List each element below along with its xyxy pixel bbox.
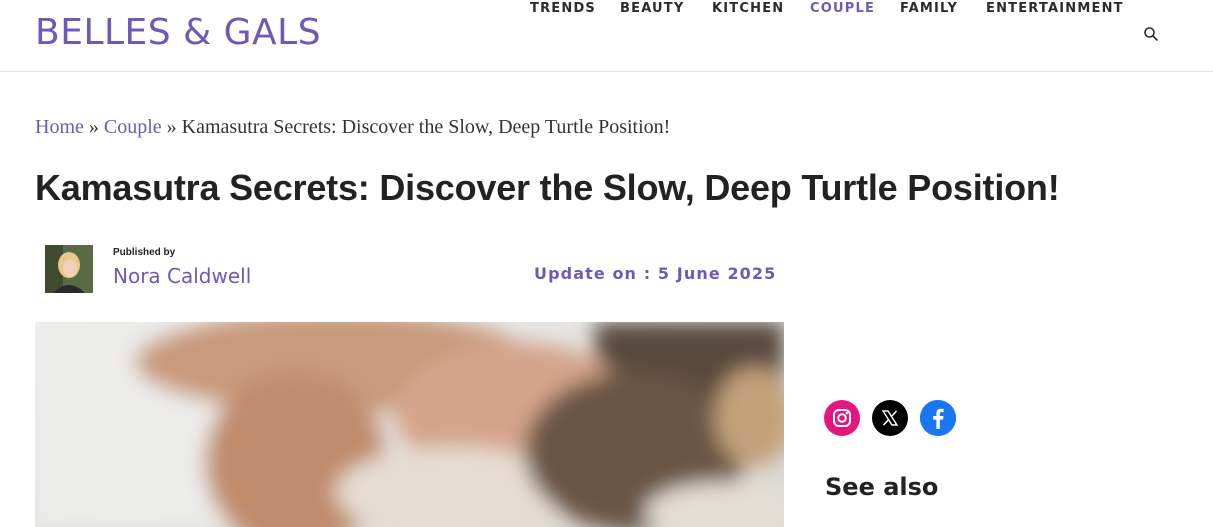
breadcrumb-current: Kamasutra Secrets: Discover the Slow, De…	[181, 116, 671, 138]
author-name-link[interactable]: Nora Caldwell	[113, 264, 251, 288]
author-avatar[interactable]	[45, 245, 93, 293]
breadcrumb-separator: »	[88, 116, 99, 138]
nav-item-entertainment[interactable]: ENTERTAINMENT	[986, 0, 1124, 18]
nav-item-trends[interactable]: TRENDS	[530, 0, 596, 18]
site-header: BELLES & GALS TRENDS BEAUTY KITCHEN COUP…	[0, 0, 1213, 72]
nav-item-family[interactable]: FAMILY	[900, 0, 958, 18]
published-by-label: Published by	[113, 247, 176, 258]
instagram-icon[interactable]	[824, 400, 860, 436]
search-icon[interactable]	[1143, 26, 1159, 42]
hero-image	[35, 322, 784, 527]
breadcrumb-category-link[interactable]: Couple	[104, 116, 162, 138]
page-title: Kamasutra Secrets: Discover the Slow, De…	[35, 167, 1060, 208]
breadcrumb-separator: »	[166, 116, 177, 138]
see-also-heading: See also	[825, 473, 939, 501]
breadcrumb: Home » Couple » Kamasutra Secrets: Disco…	[35, 114, 670, 140]
nav-item-beauty[interactable]: BEAUTY	[620, 0, 685, 18]
facebook-icon[interactable]	[920, 400, 956, 436]
breadcrumb-home-link[interactable]: Home	[35, 116, 84, 138]
nav-item-couple[interactable]: COUPLE	[810, 0, 875, 18]
update-date: Update on : 5 June 2025	[534, 264, 777, 283]
site-logo[interactable]: BELLES & GALS	[35, 12, 321, 54]
x-icon[interactable]	[872, 400, 908, 436]
nav-item-kitchen[interactable]: KITCHEN	[712, 0, 784, 18]
